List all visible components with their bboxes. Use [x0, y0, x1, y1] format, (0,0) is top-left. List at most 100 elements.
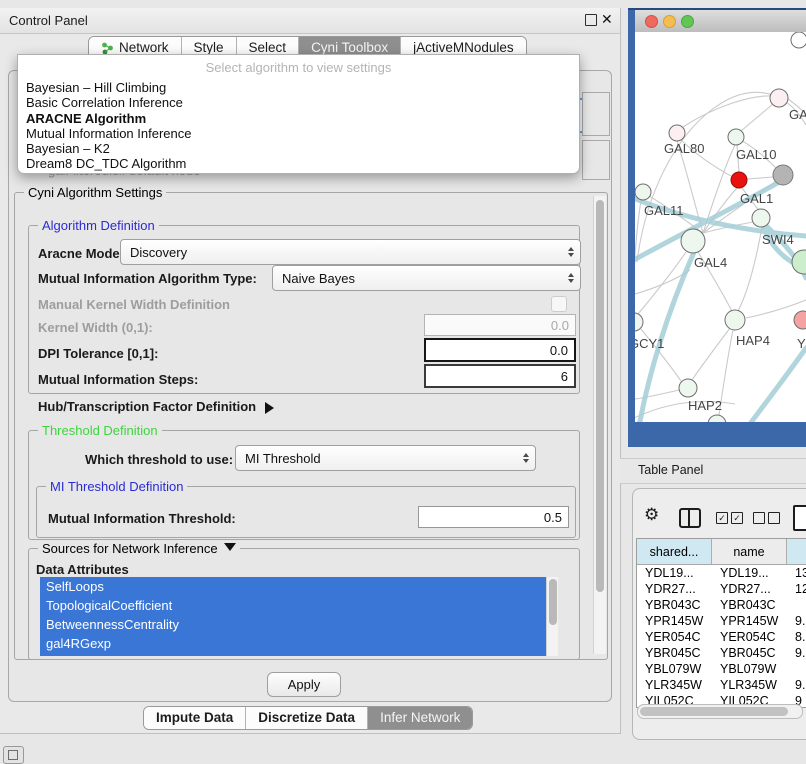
attribute-item[interactable]: gal4RGexp — [40, 634, 546, 653]
node-hap2[interactable] — [679, 379, 697, 397]
tab-impute-data[interactable]: Impute Data — [144, 707, 246, 729]
node-label: GCY1 — [635, 336, 664, 351]
node-label: SWI4 — [762, 232, 794, 247]
close-icon[interactable]: ✕ — [601, 11, 613, 28]
mi-type-select[interactable]: Naive Bayes — [272, 265, 581, 291]
select-all-columns-icon[interactable]: ✓ ✓ — [716, 512, 743, 524]
dpi-tolerance-field[interactable]: 0.0 — [424, 338, 576, 362]
zoom-traffic-light[interactable] — [681, 15, 694, 28]
settings-scrollbar-thumb[interactable] — [596, 200, 604, 592]
stepper-arrows-icon — [523, 450, 529, 466]
node-partial-bottom[interactable] — [708, 415, 726, 422]
table-row[interactable]: YLR345WYLR345W9. — [637, 677, 806, 693]
algorithm-option[interactable]: Dream8 DC_TDC Algorithm — [18, 156, 579, 171]
aracne-mode-value: Discovery — [130, 245, 187, 260]
node-partial-top[interactable] — [791, 32, 806, 48]
hub-factor-label: Hub/Transcription Factor Definition — [38, 399, 256, 414]
network-icon — [101, 42, 114, 55]
minimize-traffic-light[interactable] — [663, 15, 676, 28]
split-columns-icon[interactable] — [679, 508, 701, 528]
panel-dock-button[interactable] — [3, 746, 24, 764]
sources-title-text: Sources for Network Inference — [42, 541, 218, 556]
mi-steps-label: Mutual Information Steps: — [38, 372, 198, 387]
node-hap4[interactable] — [725, 310, 745, 330]
attribute-item[interactable]: TopologicalCoefficient — [40, 596, 546, 615]
checked-box-icon: ✓ — [731, 512, 743, 524]
data-attributes-label: Data Attributes — [36, 562, 129, 577]
node-gal1-red[interactable] — [731, 172, 747, 188]
node-gray[interactable] — [773, 165, 793, 185]
network-graph — [635, 32, 806, 422]
algorithm-option[interactable]: Mutual Information Inference — [18, 126, 579, 141]
node-salmon[interactable] — [794, 311, 806, 329]
tab-discretize-data-label: Discretize Data — [258, 707, 355, 729]
node-label: GAL80 — [664, 141, 704, 156]
aracne-mode-select[interactable]: Discovery — [120, 239, 581, 265]
algorithm-dropdown-placeholder: Select algorithm to view settings — [18, 55, 579, 80]
settings-scrollbar[interactable] — [593, 196, 606, 654]
manual-kernel-checkbox[interactable] — [551, 296, 567, 312]
tab-discretize-data[interactable]: Discretize Data — [246, 707, 368, 729]
unchecked-box-icon — [768, 512, 780, 524]
algorithm-option[interactable]: Bayesian – K2 — [18, 141, 579, 156]
expander-arrow-icon — [265, 402, 280, 414]
gear-icon[interactable]: ⚙ — [644, 505, 659, 525]
column-header-partial[interactable] — [787, 539, 806, 564]
algorithm-option-selected[interactable]: ARACNE Algorithm — [18, 111, 579, 126]
table-row[interactable]: YDL19...YDL19...13 — [637, 565, 806, 581]
network-window-titlebar[interactable] — [635, 10, 806, 33]
dock-square-icon — [8, 750, 18, 760]
new-table-icon[interactable] — [793, 505, 806, 531]
mi-type-label: Mutual Information Algorithm Type: — [38, 271, 257, 286]
algorithm-option[interactable]: Basic Correlation Inference — [18, 95, 579, 110]
hub-factor-expander[interactable]: Hub/Transcription Factor Definition — [38, 399, 280, 414]
algorithm-option[interactable]: Bayesian – Hill Climbing — [18, 80, 579, 95]
column-header-name[interactable]: name — [712, 539, 787, 564]
table-horizontal-scrollbar[interactable] — [637, 704, 803, 719]
kernel-width-field[interactable]: 0.0 — [424, 314, 576, 336]
table-row[interactable]: YDR27...YDR27...12 — [637, 581, 806, 597]
data-attributes-list: SelfLoops TopologicalCoefficient Between… — [40, 577, 546, 656]
mi-steps-field[interactable]: 6 — [424, 364, 576, 388]
node-gal80[interactable] — [669, 125, 685, 141]
network-canvas[interactable]: GAL GAL80 GAL10 GAL1 GAL11 SWI4 GAL4 GCY… — [635, 32, 806, 422]
node-table: shared... name YDL19...YDL19...13 YDR27.… — [636, 538, 806, 708]
node-pink-top[interactable] — [770, 89, 788, 107]
nodes — [635, 32, 806, 422]
table-row[interactable]: YBL079WYBL079W — [637, 661, 806, 677]
algorithm-dropdown: Select algorithm to view settings Bayesi… — [17, 54, 580, 174]
column-header-shared[interactable]: shared... — [637, 539, 712, 564]
which-threshold-value: MI Threshold — [245, 451, 321, 466]
float-window-icon[interactable] — [585, 14, 597, 26]
bottom-tabs: Impute Data Discretize Data Infer Networ… — [143, 706, 473, 730]
hidden-panel-fragment — [582, 92, 610, 136]
attributes-scrollbar[interactable] — [546, 577, 558, 656]
table-row[interactable]: YBR045CYBR045C9. — [637, 645, 806, 661]
table-row[interactable]: YER054CYER054C8. — [637, 629, 806, 645]
node-gal11[interactable] — [635, 184, 651, 200]
table-row[interactable]: YBR043CYBR043C — [637, 597, 806, 613]
attribute-item[interactable]: SelfLoops — [40, 577, 546, 596]
attribute-item[interactable]: BetweennessCentrality — [40, 615, 546, 634]
hidden-panel-fragment-2 — [582, 140, 610, 180]
attributes-scrollbar-thumb[interactable] — [549, 579, 557, 625]
table-row[interactable]: YPR145WYPR145W9. — [637, 613, 806, 629]
node-label: HAP4 — [736, 333, 770, 348]
apply-button[interactable]: Apply — [267, 672, 341, 697]
node-gcy1[interactable] — [635, 313, 643, 331]
mi-threshold-field[interactable]: 0.5 — [418, 506, 569, 528]
close-traffic-light[interactable] — [645, 15, 658, 28]
which-threshold-select[interactable]: MI Threshold — [235, 445, 536, 471]
node-swi4[interactable] — [752, 209, 770, 227]
node-label: HAP2 — [688, 398, 722, 413]
tab-infer-network[interactable]: Infer Network — [368, 707, 472, 729]
mi-threshold-group-title: MI Threshold Definition — [46, 479, 187, 494]
table-horizontal-scrollbar-thumb[interactable] — [640, 707, 788, 716]
node-gal10[interactable] — [728, 129, 744, 145]
dpi-tolerance-label: DPI Tolerance [0,1]: — [38, 346, 158, 361]
node-gal4[interactable] — [681, 229, 705, 253]
deselect-all-columns-icon[interactable] — [753, 512, 780, 524]
sources-title[interactable]: Sources for Network Inference — [38, 541, 240, 557]
node-label: GAL10 — [736, 147, 776, 162]
node-label: GAL — [789, 107, 806, 122]
